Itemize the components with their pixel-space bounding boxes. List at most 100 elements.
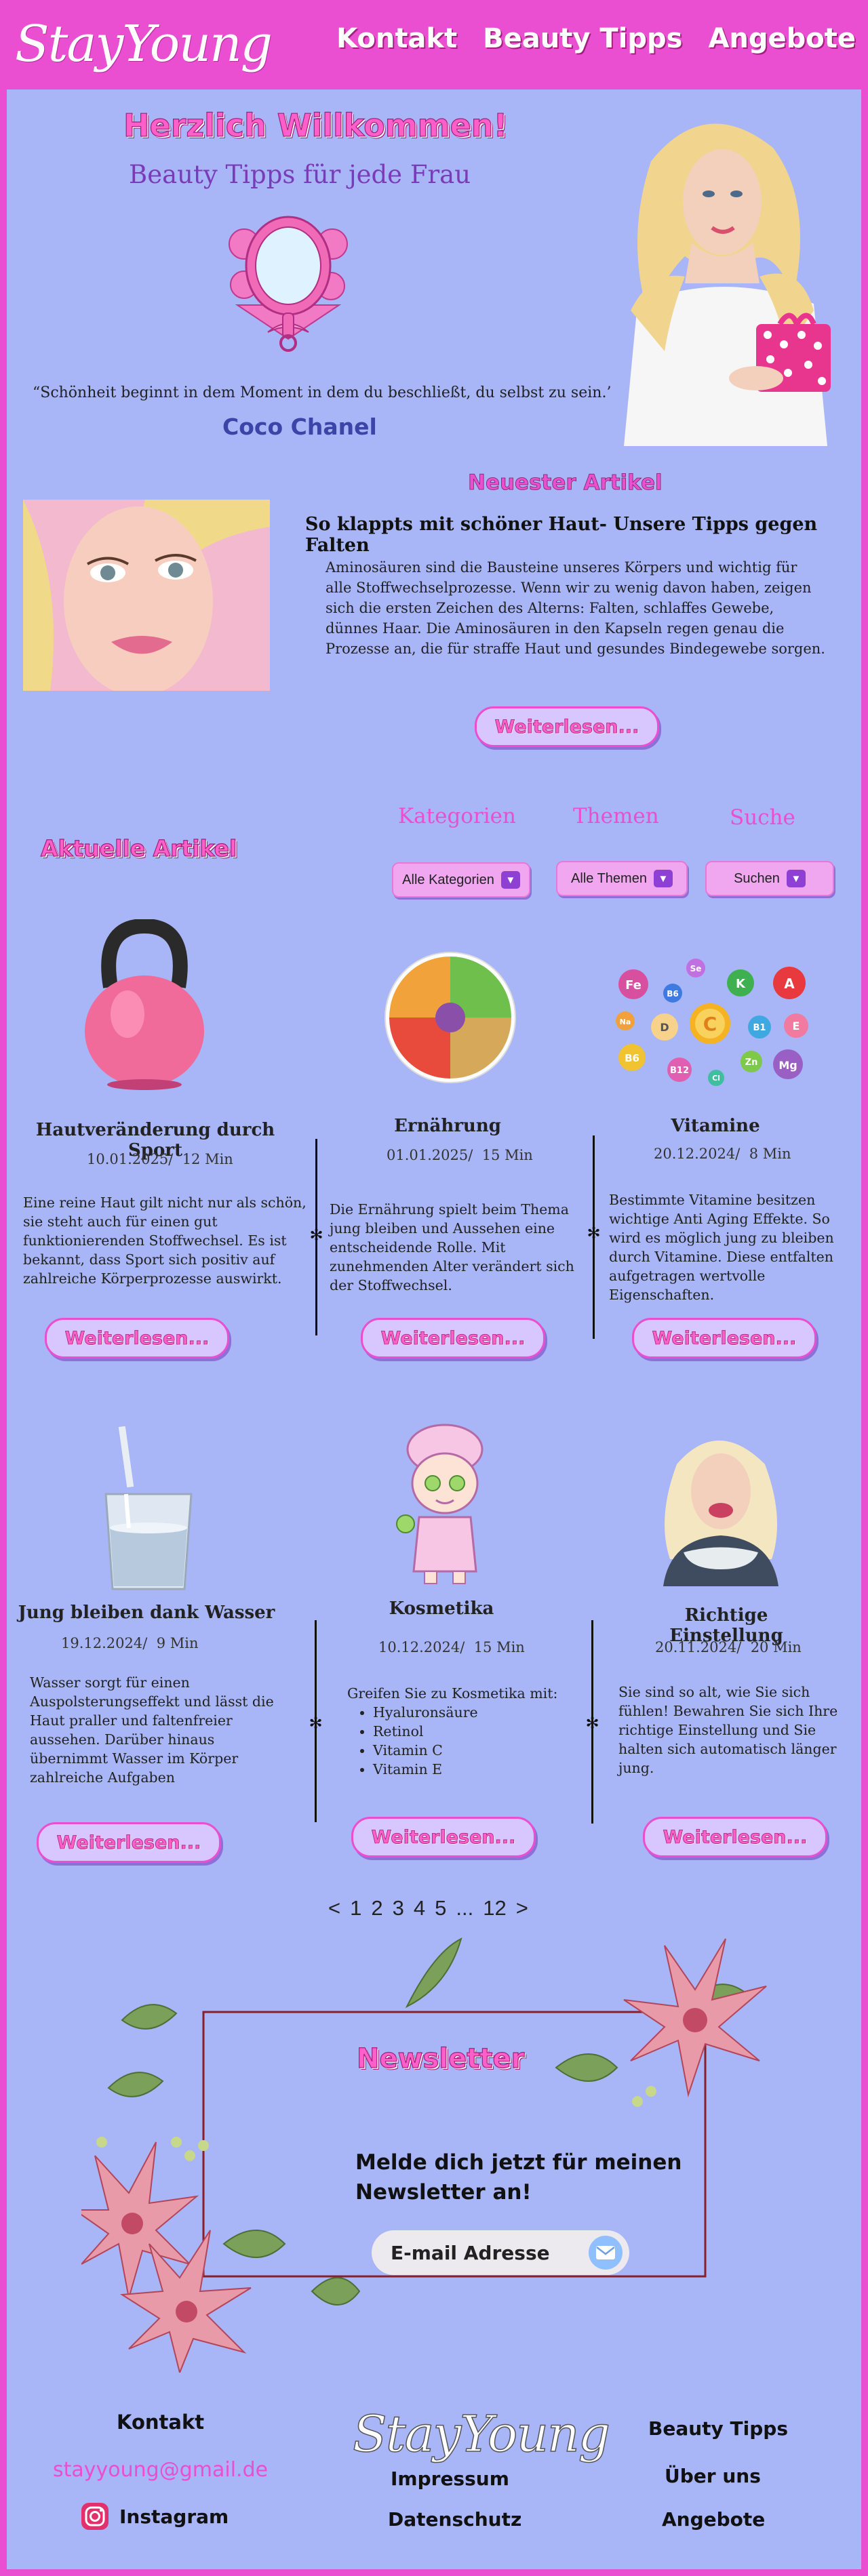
latest-title[interactable]: So klappts mit schöner Haut- Unsere Tipp… xyxy=(305,514,868,556)
article-4-read-more-button[interactable]: Weiterlesen... xyxy=(37,1822,221,1863)
article-5-text: Greifen Sie zu Kosmetika mit: Hyaluronsä… xyxy=(347,1684,564,1779)
pagination-next[interactable]: > xyxy=(516,1896,528,1920)
instagram-label: Instagram xyxy=(119,2505,229,2528)
pagination-page-4[interactable]: 4 xyxy=(414,1896,425,1920)
article-1-date: 10.01.2025 xyxy=(87,1151,169,1167)
smiling-woman-image xyxy=(650,1424,792,1586)
divider: ✻ xyxy=(585,1620,599,1824)
pagination-page-1[interactable]: 1 xyxy=(350,1896,361,1920)
vitamin-label: Na xyxy=(620,1018,631,1026)
article-3-title[interactable]: Vitamine xyxy=(651,1116,780,1136)
welcome-title: Herzlich Willkommen! xyxy=(123,106,508,144)
nav-kontakt[interactable]: Kontakt xyxy=(336,23,457,54)
pagination-prev[interactable]: < xyxy=(328,1896,340,1920)
footer-about-link[interactable]: Über uns xyxy=(665,2465,761,2487)
divider: ✻ xyxy=(309,1139,323,1335)
list-item: Retinol xyxy=(373,1722,564,1741)
vitamin-label: Zn xyxy=(745,1058,758,1068)
spa-girl-image xyxy=(396,1424,484,1584)
article-4-date: 19.12.2024 xyxy=(61,1635,143,1651)
mail-submit-button[interactable] xyxy=(589,2236,623,2270)
footer-email-link[interactable]: stayyoung@gmail.de xyxy=(53,2458,268,2482)
article-4-duration: 9 Min xyxy=(156,1635,199,1651)
footer-beauty-tipps-link[interactable]: Beauty Tipps xyxy=(648,2417,788,2440)
article-6-read-more-button[interactable]: Weiterlesen... xyxy=(643,1817,827,1857)
vitamin-label: Fe xyxy=(625,978,642,992)
nav-beauty-tipps[interactable]: Beauty Tipps xyxy=(483,23,682,54)
vitamin-label: C xyxy=(703,1013,717,1035)
article-1-duration: 12 Min xyxy=(182,1151,233,1167)
hero-quote: “Schönheit beginnt in dem Moment in dem … xyxy=(33,384,614,401)
article-2-date: 01.01.2025 xyxy=(387,1147,469,1163)
article-2-title[interactable]: Ernährung xyxy=(366,1116,529,1136)
themen-value: Alle Themen xyxy=(571,870,647,886)
article-1-text: Eine reine Haut gilt nicht nur als schön… xyxy=(23,1194,307,1287)
article-5-duration: 15 Min xyxy=(473,1639,525,1655)
pagination: < 1 2 3 4 5 ... 12 > xyxy=(328,1896,528,1920)
pagination-page-3[interactable]: 3 xyxy=(393,1896,404,1920)
hero-subtitle: Beauty Tipps für jede Frau xyxy=(129,160,471,189)
themen-label: Themen xyxy=(573,804,659,828)
suche-value: Suchen xyxy=(734,870,780,886)
footer-angebote-link[interactable]: Angebote xyxy=(662,2508,765,2531)
article-6-date: 20.11.2024 xyxy=(655,1639,737,1655)
article-3-meta: 20.12.2024/ 8 Min xyxy=(654,1146,791,1162)
newsletter-email-input[interactable]: E-mail Adresse xyxy=(372,2230,629,2275)
pagination-page-12[interactable]: 12 xyxy=(483,1896,506,1920)
list-item: Vitamin E xyxy=(373,1760,564,1779)
latest-article-image xyxy=(23,500,270,691)
vitamin-label: B1 xyxy=(753,1023,766,1033)
newsletter-heading: Newsletter xyxy=(356,2042,525,2074)
divider: ✻ xyxy=(309,1620,323,1822)
article-5-meta: 10.12.2024/ 15 Min xyxy=(378,1639,525,1655)
article-6-meta: 20.11.2024/ 20 Min xyxy=(655,1639,802,1655)
envelope-icon xyxy=(596,2246,615,2259)
main-nav: Kontakt Beauty Tipps Angebote xyxy=(336,23,856,54)
footer-datenschutz-link[interactable]: Datenschutz xyxy=(388,2508,521,2531)
chevron-down-icon: ▼ xyxy=(500,871,520,889)
list-item: Vitamin C xyxy=(373,1741,564,1760)
kategorien-dropdown[interactable]: Alle Kategorien ▼ xyxy=(392,862,530,898)
vitamin-label: Cl xyxy=(712,1074,720,1083)
email-input-placeholder: E-mail Adresse xyxy=(391,2241,550,2264)
vitamin-label: D xyxy=(660,1021,669,1034)
article-4-meta: 19.12.2024/ 9 Min xyxy=(61,1635,199,1651)
vitamin-label: K xyxy=(736,977,746,991)
themen-dropdown[interactable]: Alle Themen ▼ xyxy=(556,861,688,896)
vitamin-label: Se xyxy=(690,964,702,973)
article-3-read-more-button[interactable]: Weiterlesen... xyxy=(632,1318,816,1359)
vitamin-label: B12 xyxy=(670,1066,689,1076)
article-3-duration: 8 Min xyxy=(749,1146,791,1162)
hero-woman-image xyxy=(610,107,841,446)
divider: ✻ xyxy=(587,1135,601,1339)
article-5-title[interactable]: Kosmetika xyxy=(384,1598,499,1619)
latest-read-more-button[interactable]: Weiterlesen... xyxy=(475,706,659,747)
article-2-read-more-button[interactable]: Weiterlesen... xyxy=(361,1318,545,1359)
article-6-text: Sie sind so alt, wie Sie sich fühlen! Be… xyxy=(618,1684,838,1776)
suche-dropdown[interactable]: Suchen ▼ xyxy=(705,861,834,896)
pagination-page-2[interactable]: 2 xyxy=(371,1896,382,1920)
article-1-read-more-button[interactable]: Weiterlesen... xyxy=(45,1318,229,1359)
latest-text: Aminosäuren sind die Bausteine unseres K… xyxy=(326,559,825,657)
article-1-meta: 10.01.2025/ 12 Min xyxy=(87,1151,233,1167)
pagination-ellipsis: ... xyxy=(456,1896,474,1920)
article-4-text: Wasser sorgt für einen Auspolsterungseff… xyxy=(30,1674,274,1786)
article-5-read-more-button[interactable]: Weiterlesen... xyxy=(351,1817,536,1857)
article-2-meta: 01.01.2025/ 15 Min xyxy=(387,1147,533,1163)
chevron-down-icon: ▼ xyxy=(653,870,673,887)
kategorien-label: Kategorien xyxy=(398,804,516,828)
ingredient-list: Hyaluronsäure Retinol Vitamin C Vitamin … xyxy=(347,1703,564,1779)
footer-instagram-link[interactable]: Instagram xyxy=(80,2501,229,2531)
article-5-date: 10.12.2024 xyxy=(378,1639,460,1655)
article-2-text: Die Ernährung spielt beim Thema jung ble… xyxy=(330,1201,574,1293)
logo[interactable]: StayYoung xyxy=(15,15,273,73)
footer-logo[interactable]: StayYoung xyxy=(352,2404,611,2464)
water-glass-image xyxy=(104,1426,193,1590)
article-2-duration: 15 Min xyxy=(481,1147,533,1163)
footer-impressum-link[interactable]: Impressum xyxy=(391,2468,509,2490)
nav-angebote[interactable]: Angebote xyxy=(708,23,856,54)
pagination-page-5[interactable]: 5 xyxy=(435,1896,446,1920)
svg-text:B6: B6 xyxy=(667,989,679,999)
quote-author: Coco Chanel xyxy=(222,414,377,440)
article-4-title[interactable]: Jung bleiben dank Wasser xyxy=(18,1603,275,1623)
